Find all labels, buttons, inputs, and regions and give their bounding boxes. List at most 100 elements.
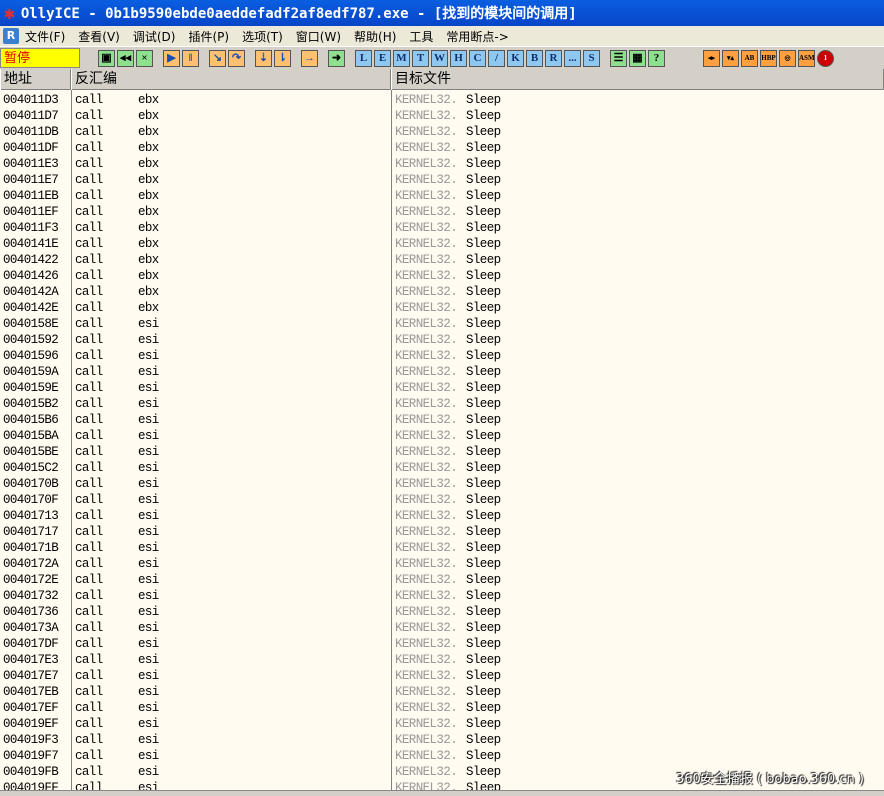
menu-view[interactable]: 查看(V) (78, 28, 120, 45)
menu-window[interactable]: 窗口(W) (296, 28, 341, 45)
col-address[interactable]: 地址 (0, 69, 71, 90)
table-row[interactable]: 004011E3 call ebx KERNEL32. Sleep (0, 156, 884, 172)
table-row[interactable]: 0040170B call esi KERNEL32. Sleep (0, 476, 884, 492)
toolbar-K[interactable]: K (507, 49, 524, 67)
step-over-icon[interactable]: ↷ (228, 49, 245, 67)
table-row[interactable]: 004011E7 call ebx KERNEL32. Sleep (0, 172, 884, 188)
cell-address: 004019F3 (3, 733, 59, 747)
table-row[interactable]: 0040172E call esi KERNEL32. Sleep (0, 572, 884, 588)
close-icon[interactable]: × (136, 49, 153, 67)
table-row[interactable]: 004011DB call ebx KERNEL32. Sleep (0, 124, 884, 140)
menu-tools[interactable]: 工具 (409, 28, 433, 45)
toolbar-T[interactable]: T (412, 49, 429, 67)
menu-options[interactable]: 选项(T) (242, 28, 283, 45)
menu-file[interactable]: 文件(F) (25, 28, 65, 45)
plugin-arrows-icon[interactable]: ◂▸ (703, 49, 720, 67)
plugin-asm-icon[interactable]: ASM (798, 49, 815, 67)
cell-operand: esi (138, 733, 159, 747)
cell-function: Sleep (466, 765, 501, 779)
toolbar-L[interactable]: L (355, 49, 372, 67)
toolbar-ellipsis[interactable]: ... (564, 49, 581, 67)
table-row[interactable]: 00401736 call esi KERNEL32. Sleep (0, 604, 884, 620)
trace-into-icon[interactable]: ⇣ (255, 49, 272, 67)
cell-command: call (75, 93, 103, 107)
plugin-updown-icon[interactable]: ▾▴ (722, 49, 739, 67)
table-row[interactable]: 0040142A call ebx KERNEL32. Sleep (0, 284, 884, 300)
table-row[interactable]: 00401596 call esi KERNEL32. Sleep (0, 348, 884, 364)
table-row[interactable]: 0040172A call esi KERNEL32. Sleep (0, 556, 884, 572)
table-row[interactable]: 00401422 call ebx KERNEL32. Sleep (0, 252, 884, 268)
execute-till-return-icon[interactable]: → (301, 49, 318, 67)
table-row[interactable]: 004011D3 call ebx KERNEL32. Sleep (0, 92, 884, 108)
goto-icon[interactable]: ➜ (328, 49, 345, 67)
toolbar-slash[interactable]: / (488, 49, 505, 67)
trace-over-icon[interactable]: ⇂ (274, 49, 291, 67)
cell-module: KERNEL32. (395, 477, 458, 491)
table-row[interactable]: 004015BE call esi KERNEL32. Sleep (0, 444, 884, 460)
table-row[interactable]: 0040173A call esi KERNEL32. Sleep (0, 620, 884, 636)
col-target[interactable]: 目标文件 (391, 69, 884, 90)
menu-debug[interactable]: 调试(D) (133, 28, 176, 45)
table-row[interactable]: 004017DF call esi KERNEL32. Sleep (0, 636, 884, 652)
cell-command: call (75, 189, 103, 203)
table-row[interactable]: 004017EB call esi KERNEL32. Sleep (0, 684, 884, 700)
table-row[interactable]: 004011F3 call ebx KERNEL32. Sleep (0, 220, 884, 236)
watermark: 360安全播报 ( bobao.360.cn ) (676, 772, 864, 787)
menu-help[interactable]: 帮助(H) (354, 28, 396, 45)
toolbar-C[interactable]: C (469, 49, 486, 67)
plugin-one-icon[interactable]: 1 (817, 49, 834, 67)
table-row[interactable]: 004019F7 call esi KERNEL32. Sleep (0, 748, 884, 764)
run-icon[interactable]: ▶ (163, 49, 180, 67)
table-row[interactable]: 004017E3 call esi KERNEL32. Sleep (0, 652, 884, 668)
table-row[interactable]: 0040170F call esi KERNEL32. Sleep (0, 492, 884, 508)
table-row[interactable]: 004019EF call esi KERNEL32. Sleep (0, 716, 884, 732)
table-row[interactable]: 00401717 call esi KERNEL32. Sleep (0, 524, 884, 540)
table-row[interactable]: 004017E7 call esi KERNEL32. Sleep (0, 668, 884, 684)
table-row[interactable]: 004011D7 call ebx KERNEL32. Sleep (0, 108, 884, 124)
table-row[interactable]: 0040141E call ebx KERNEL32. Sleep (0, 236, 884, 252)
table-row[interactable]: 00401732 call esi KERNEL32. Sleep (0, 588, 884, 604)
table-row[interactable]: 004019F3 call esi KERNEL32. Sleep (0, 732, 884, 748)
table-row[interactable]: 0040158E call esi KERNEL32. Sleep (0, 316, 884, 332)
table-row[interactable]: 0040171B call esi KERNEL32. Sleep (0, 540, 884, 556)
toolbar-M[interactable]: M (393, 49, 410, 67)
toolbar-S[interactable]: S (583, 49, 600, 67)
palette-icon[interactable]: ▦ (629, 49, 646, 67)
restore-icon[interactable]: R (3, 28, 19, 44)
plugin-hbp-icon[interactable]: HBP (760, 49, 777, 67)
open-icon[interactable]: ▣ (98, 49, 115, 67)
col-disassembly[interactable]: 反汇编 (71, 69, 391, 90)
table-row[interactable]: 00401592 call esi KERNEL32. Sleep (0, 332, 884, 348)
menu-plugins[interactable]: 插件(P) (188, 28, 229, 45)
plugin-ab-icon[interactable]: AB (741, 49, 758, 67)
help-icon[interactable]: ? (648, 49, 665, 67)
cell-function: Sleep (466, 461, 501, 475)
table-row[interactable]: 0040159A call esi KERNEL32. Sleep (0, 364, 884, 380)
step-into-icon[interactable]: ↘ (209, 49, 226, 67)
table-row[interactable]: 00401713 call esi KERNEL32. Sleep (0, 508, 884, 524)
plugin-target-icon[interactable]: ◎ (779, 49, 796, 67)
table-row[interactable]: 0040142E call ebx KERNEL32. Sleep (0, 300, 884, 316)
table-row[interactable]: 004015B6 call esi KERNEL32. Sleep (0, 412, 884, 428)
restart-icon[interactable]: ◂◂ (117, 49, 134, 67)
cell-function: Sleep (466, 509, 501, 523)
cell-function: Sleep (466, 349, 501, 363)
list-icon[interactable]: ☰ (610, 49, 627, 67)
table-row[interactable]: 004011EF call ebx KERNEL32. Sleep (0, 204, 884, 220)
table-row[interactable]: 004015B2 call esi KERNEL32. Sleep (0, 396, 884, 412)
pause-icon[interactable]: ‖ (182, 49, 199, 67)
cell-address: 004015BE (3, 445, 59, 459)
table-row[interactable]: 004015C2 call esi KERNEL32. Sleep (0, 460, 884, 476)
table-row[interactable]: 004015BA call esi KERNEL32. Sleep (0, 428, 884, 444)
table-row[interactable]: 004017EF call esi KERNEL32. Sleep (0, 700, 884, 716)
toolbar-B[interactable]: B (526, 49, 543, 67)
toolbar-H[interactable]: H (450, 49, 467, 67)
toolbar-W[interactable]: W (431, 49, 448, 67)
table-row[interactable]: 004011DF call ebx KERNEL32. Sleep (0, 140, 884, 156)
menu-breakpoints[interactable]: 常用断点-> (446, 28, 508, 45)
table-row[interactable]: 004011EB call ebx KERNEL32. Sleep (0, 188, 884, 204)
table-row[interactable]: 0040159E call esi KERNEL32. Sleep (0, 380, 884, 396)
table-row[interactable]: 00401426 call ebx KERNEL32. Sleep (0, 268, 884, 284)
toolbar-E[interactable]: E (374, 49, 391, 67)
toolbar-R[interactable]: R (545, 49, 562, 67)
